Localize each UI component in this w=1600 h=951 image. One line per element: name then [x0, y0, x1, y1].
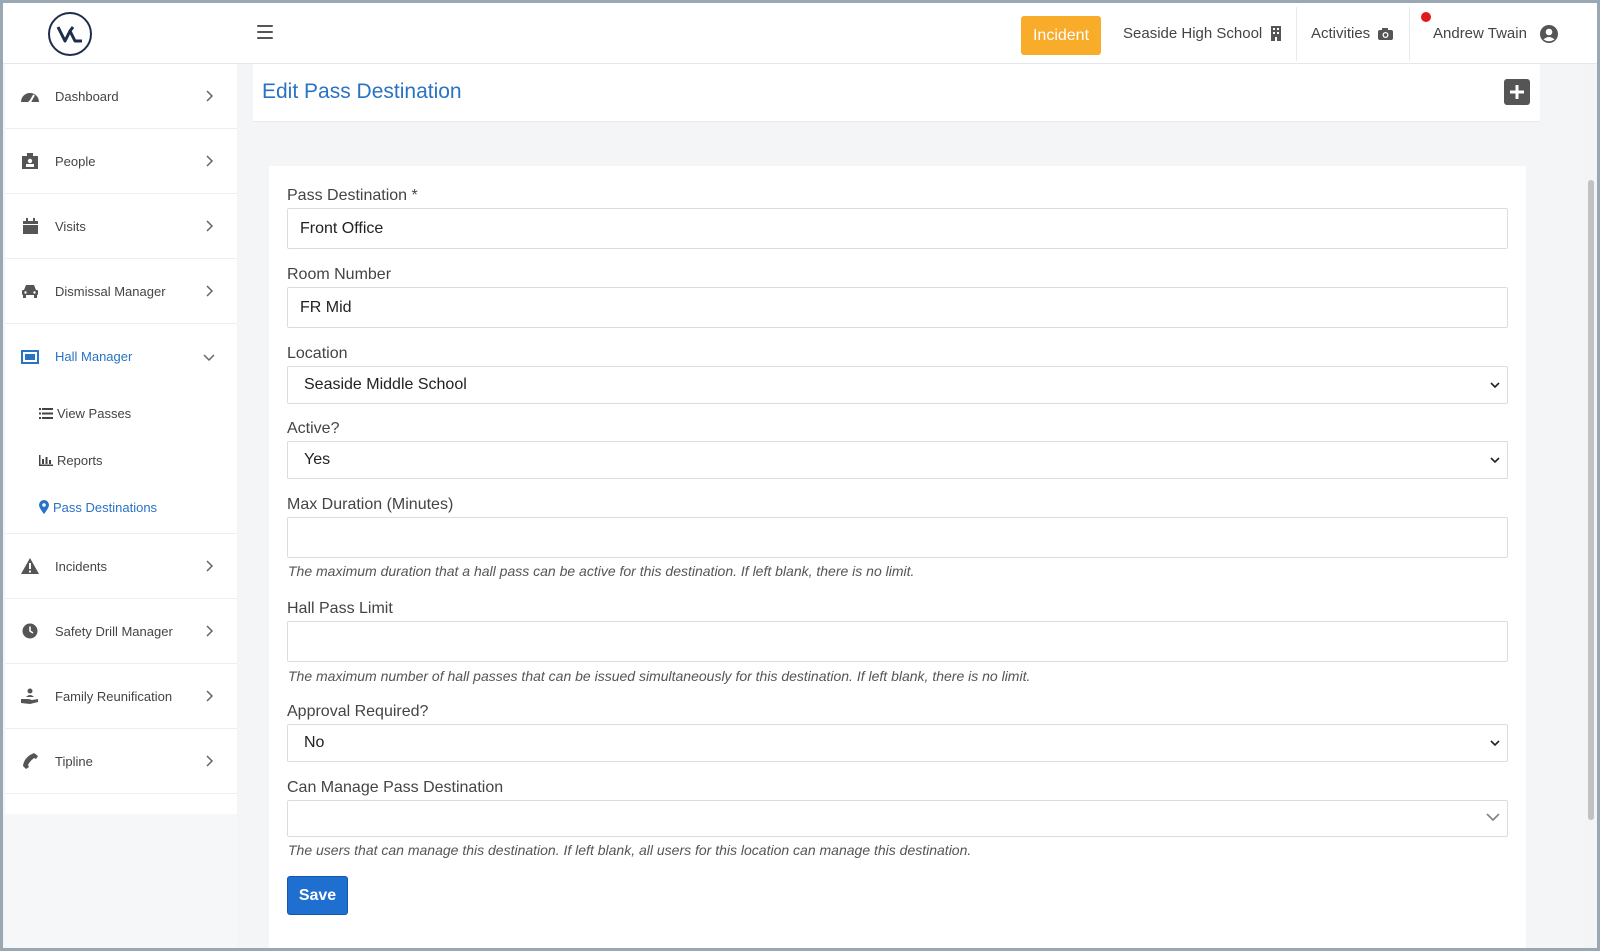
chevron-down-icon: [1486, 813, 1500, 822]
chevron-right-icon: [206, 90, 214, 102]
chevron-right-icon: [206, 625, 214, 637]
location-label: Location: [287, 345, 348, 362]
sidebar-item-visits[interactable]: Visits: [5, 194, 237, 259]
max-duration-help: The maximum duration that a hall pass ca…: [288, 563, 915, 579]
sidebar-item-dismissal-manager[interactable]: Dismissal Manager: [5, 259, 237, 324]
sidebar-item-dashboard[interactable]: Dashboard: [5, 64, 237, 129]
hall-pass-limit-label: Hall Pass Limit: [287, 600, 393, 617]
school-selector[interactable]: Seaside High School: [1123, 3, 1282, 64]
active-label: Active?: [287, 420, 340, 437]
hall-pass-limit-input[interactable]: [287, 621, 1508, 662]
chevron-down-icon: [1490, 457, 1500, 464]
warning-icon: [19, 555, 41, 577]
sidebar-item-incidents[interactable]: Incidents: [5, 534, 237, 599]
user-menu[interactable]: Andrew Twain: [1433, 3, 1559, 64]
approval-required-label: Approval Required?: [287, 703, 429, 720]
add-destination-button[interactable]: [1504, 79, 1530, 105]
plus-icon: [1510, 85, 1524, 99]
hall-pass-icon: [19, 346, 41, 368]
app-logo[interactable]: [48, 12, 92, 56]
edit-form: Pass Destination * Room Number Location …: [269, 166, 1526, 948]
scrollbar-thumb[interactable]: [1588, 180, 1594, 820]
chevron-down-icon: [203, 353, 215, 361]
sidebar-item-label: People: [55, 153, 96, 169]
incident-button[interactable]: Incident: [1021, 16, 1101, 55]
sidebar-subitem-reports[interactable]: Reports: [39, 448, 103, 472]
subitem-label: View Passes: [57, 405, 132, 421]
page-title: Edit Pass Destination: [262, 80, 462, 103]
school-label: Seaside High School: [1123, 25, 1263, 42]
location-select[interactable]: Seaside Middle School: [287, 366, 1508, 404]
app-window: Incident Seaside High School Activities: [3, 3, 1597, 948]
max-duration-input[interactable]: [287, 517, 1508, 558]
pass-destination-input[interactable]: [287, 208, 1508, 249]
chevron-down-icon: [1490, 740, 1500, 747]
chevron-right-icon: [206, 560, 214, 572]
chevron-right-icon: [206, 755, 214, 767]
subitem-label: Reports: [57, 452, 103, 468]
sidebar-item-safety-drill-manager[interactable]: Safety Drill Manager: [5, 599, 237, 664]
logo-mark-icon: [56, 26, 82, 43]
room-number-label: Room Number: [287, 266, 392, 283]
phone-icon: [19, 750, 41, 772]
can-manage-label: Can Manage Pass Destination: [287, 779, 504, 796]
sidebar-item-label: Dismissal Manager: [55, 283, 166, 299]
notification-dot: [1421, 12, 1431, 22]
activities-label: Activities: [1311, 25, 1371, 42]
clock-icon: [19, 620, 41, 642]
can-manage-multiselect[interactable]: [287, 800, 1508, 837]
sidebar-item-tipline[interactable]: Tipline: [5, 729, 237, 794]
pass-destination-label: Pass Destination *: [287, 187, 418, 204]
sidebar-item-label: Family Reunification: [55, 688, 173, 704]
max-duration-label: Max Duration (Minutes): [287, 496, 454, 513]
dashboard-icon: [19, 85, 41, 107]
sidebar-item-label: Incidents: [55, 558, 108, 574]
hand-person-icon: [19, 685, 41, 707]
page-header: Edit Pass Destination: [253, 64, 1540, 122]
hall-pass-limit-help: The maximum number of hall passes that c…: [288, 668, 1031, 684]
sidebar-item-people[interactable]: People: [5, 129, 237, 194]
chevron-right-icon: [206, 220, 214, 232]
list-icon: [39, 407, 53, 419]
sidebar-footer-area: [5, 814, 237, 948]
save-button[interactable]: Save: [287, 876, 348, 915]
calendar-icon: [19, 215, 41, 237]
map-marker-icon: [39, 500, 49, 514]
building-icon: [1271, 26, 1282, 41]
sidebar-item-label: Hall Manager: [55, 349, 133, 364]
approval-required-select[interactable]: No: [287, 724, 1508, 762]
top-bar: Incident Seaside High School Activities: [3, 3, 1597, 64]
sidebar-item-label: Tipline: [55, 753, 93, 769]
sidebar-subitem-view-passes[interactable]: View Passes: [39, 401, 131, 425]
user-avatar-icon: [1539, 24, 1558, 43]
sidebar-item-hall-manager[interactable]: Hall Manager View Passes Reports Pass De…: [5, 324, 237, 534]
car-icon: [19, 280, 41, 302]
sidebar: Dashboard People Visits Dismissal Manage…: [5, 64, 237, 814]
subitem-label: Pass Destinations: [53, 499, 158, 515]
chevron-right-icon: [206, 155, 214, 167]
can-manage-help: The users that can manage this destinati…: [288, 842, 972, 858]
page-scrollbar[interactable]: [1585, 64, 1597, 948]
room-number-input[interactable]: [287, 287, 1508, 328]
sidebar-item-label: Dashboard: [55, 88, 119, 104]
sidebar-item-label: Visits: [55, 218, 86, 234]
id-badge-icon: [19, 150, 41, 172]
activities-link[interactable]: Activities: [1311, 3, 1394, 64]
user-name: Andrew Twain: [1433, 25, 1527, 42]
location-value: Seaside Middle School: [304, 376, 467, 393]
sidebar-item-label: Safety Drill Manager: [55, 623, 173, 639]
menu-toggle-icon[interactable]: [257, 25, 273, 39]
sidebar-subitem-pass-destinations[interactable]: Pass Destinations: [39, 495, 157, 519]
sidebar-item-family-reunification[interactable]: Family Reunification: [5, 664, 237, 729]
chevron-right-icon: [206, 285, 214, 297]
approval-required-value: No: [304, 734, 325, 751]
camera-icon: [1378, 27, 1394, 40]
chevron-right-icon: [206, 690, 214, 702]
active-value: Yes: [304, 451, 331, 468]
bar-chart-icon: [39, 454, 53, 466]
active-select[interactable]: Yes: [287, 441, 1508, 479]
chevron-down-icon: [1490, 382, 1500, 389]
